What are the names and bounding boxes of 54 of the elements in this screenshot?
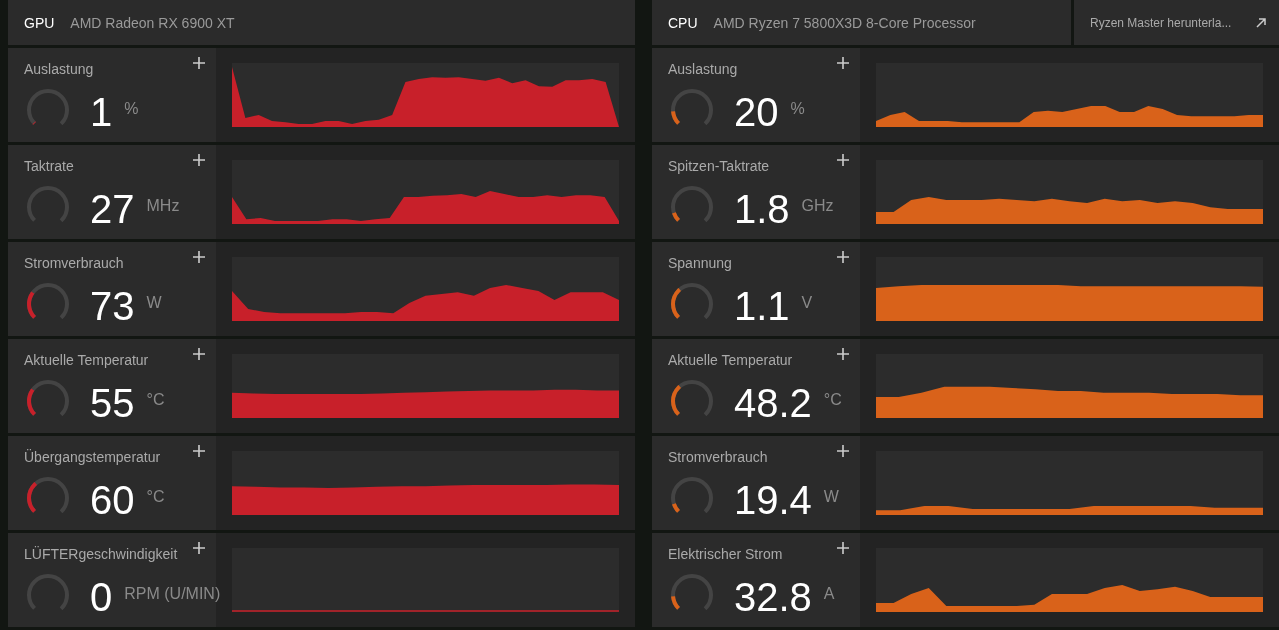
metric-label: Aktuelle Temperatur [668,352,793,368]
plus-icon[interactable] [836,250,850,264]
metric-value: 1 [90,90,113,134]
plus-icon[interactable] [192,444,206,458]
metric-value: 32.8 [734,575,812,619]
metric-label: Übergangstemperatur [24,449,161,465]
device-name: AMD Ryzen 7 5800X3D 8-Core Processor [713,14,976,31]
plus-icon[interactable] [192,541,206,555]
plus-icon[interactable] [192,56,206,70]
plus-icon[interactable] [836,444,850,458]
metric-value: 1.1 [734,284,790,328]
metric-label: Stromverbrauch [668,449,768,465]
metric-unit: °C [146,488,165,506]
plus-icon[interactable] [836,347,850,361]
metric-value: 20 [734,90,779,134]
metric-unit: W [146,294,162,312]
metric-label: Auslastung [668,61,738,77]
metric-unit: W [823,488,839,506]
plus-icon[interactable] [192,153,206,167]
metric-unit: % [790,100,805,118]
metric-label: Spitzen-Taktrate [668,158,770,174]
plus-icon[interactable] [192,250,206,264]
external-link-icon [1255,16,1267,29]
metric-value: 55 [90,381,135,425]
metric-value: 73 [90,284,135,328]
metric-unit: % [124,100,139,118]
metric-value: 48.2 [734,381,812,425]
metric-label: Auslastung [24,61,94,77]
metric-label: Taktrate [24,158,74,174]
metric-label: Spannung [668,255,732,271]
metric-label: Aktuelle Temperatur [24,352,149,368]
plus-icon[interactable] [836,153,850,167]
plus-icon[interactable] [192,347,206,361]
metric-unit: GHz [801,197,834,215]
metric-value: 1.8 [734,187,790,231]
metric-unit: RPM (U/MIN) [124,585,221,603]
plus-icon[interactable] [836,541,850,555]
plus-icon[interactable] [836,56,850,70]
metric-label: Stromverbrauch [24,255,124,271]
metric-unit: °C [823,391,842,409]
panel-type: GPU [24,14,55,31]
download-link[interactable]: Ryzen Master herunterla... [1074,0,1279,45]
metric-value: 0 [90,575,113,619]
metric-label: LÜFTERgeschwindigkeit [24,546,178,562]
metric-unit: °C [146,391,165,409]
metric-value: 60 [90,478,135,522]
metric-value: 27 [90,187,135,231]
metric-unit: V [801,294,813,312]
metric-unit: MHz [146,197,180,215]
panel-type: CPU [668,14,698,31]
device-name: AMD Radeon RX 6900 XT [70,14,235,31]
metric-label: Elektrischer Strom [668,546,783,562]
metric-unit: A [823,585,835,603]
metric-value: 19.4 [734,478,812,522]
